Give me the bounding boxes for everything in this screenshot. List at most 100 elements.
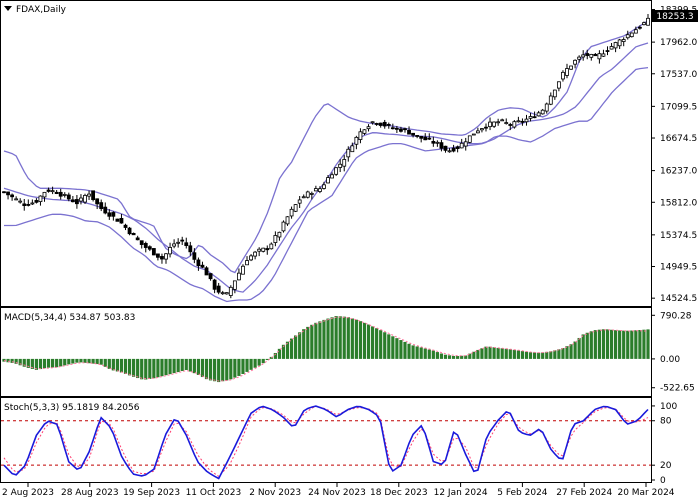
macd-bar <box>289 338 294 359</box>
collapse-triangle-icon[interactable] <box>4 6 12 11</box>
candle <box>374 122 379 126</box>
candle <box>257 247 262 257</box>
macd-bar <box>634 330 638 359</box>
time-tick-label: 28 Aug 2023 <box>61 488 119 498</box>
candle <box>119 213 124 224</box>
macd-bar <box>176 358 180 373</box>
macd-bar <box>427 349 431 359</box>
macd-bar <box>358 321 363 359</box>
time-tick-label: 18 Dec 2023 <box>370 488 428 498</box>
candle <box>313 185 318 192</box>
candle <box>200 261 205 269</box>
macd-bar <box>119 358 124 373</box>
candle <box>585 49 590 60</box>
macd-bar <box>168 358 172 375</box>
macd-bar <box>342 316 346 359</box>
price-tag-label: 18253.3 <box>656 12 693 22</box>
macd-bar <box>334 316 338 359</box>
candle <box>293 204 298 213</box>
macd-bar <box>164 358 168 376</box>
candle <box>447 148 452 153</box>
bb-upper-line <box>3 20 649 274</box>
candle <box>593 52 598 57</box>
stoch-tick-label: 100 <box>660 402 677 412</box>
candle <box>208 273 213 281</box>
bollinger-bands <box>3 20 649 303</box>
candle <box>548 92 553 106</box>
candle <box>79 194 83 205</box>
candle <box>30 199 35 205</box>
candle <box>265 245 270 255</box>
chart-window: 18399.517962.017537.017099.516674.516237… <box>0 0 700 500</box>
macd-bar <box>379 330 383 359</box>
macd-bar <box>557 349 561 359</box>
candle <box>224 292 229 295</box>
candle <box>123 223 128 231</box>
macd-bar <box>140 358 144 380</box>
candle <box>581 50 586 61</box>
macd-bar <box>411 345 415 359</box>
candle <box>500 118 505 122</box>
macd-bar <box>127 358 132 376</box>
candle <box>561 70 565 82</box>
macd-bar <box>399 340 403 359</box>
candle <box>261 247 266 253</box>
macd-bar <box>642 329 646 359</box>
macd-title: MACD(5,34,4) 534.87 503.83 <box>4 313 135 323</box>
macd-bar <box>508 349 512 359</box>
time-axis: 2 Aug 2023 28 Aug 2023 19 Sep 2023 11 Oct 2… <box>2 483 675 498</box>
macd-bar <box>609 329 614 359</box>
macd-bar <box>573 341 577 359</box>
macd-bar <box>75 358 79 363</box>
macd-bar <box>55 358 59 368</box>
macd-bar <box>241 358 245 374</box>
macd-bar <box>318 321 322 359</box>
candle <box>386 122 391 129</box>
macd-bar <box>419 347 423 359</box>
candle <box>589 53 594 61</box>
macd-bar <box>496 347 500 359</box>
price-tick-label: 16237.0 <box>660 167 697 177</box>
candle <box>249 254 253 262</box>
candle <box>411 132 415 138</box>
macd-bar <box>431 350 435 359</box>
macd-signal-path <box>3 316 649 382</box>
macd-bar <box>447 355 452 359</box>
macd-bar <box>338 316 342 359</box>
candle <box>277 231 282 241</box>
macd-bar <box>38 358 43 370</box>
candle <box>14 196 19 201</box>
macd-bar <box>326 318 330 359</box>
candle <box>540 108 545 115</box>
candle <box>496 118 501 126</box>
macd-bar <box>622 330 626 359</box>
macd-bar <box>156 358 160 378</box>
macd-bar <box>439 353 444 359</box>
macd-bar <box>480 348 484 359</box>
macd-bar <box>132 358 136 377</box>
macd-histogram <box>2 316 650 383</box>
candle <box>552 89 557 100</box>
macd-bar <box>601 329 606 359</box>
stoch-tick-label: 0 <box>660 476 666 486</box>
stoch-panel: 100 80 20 0 Stoch(5,3,3) 95.1819 84.2056 <box>0 397 677 486</box>
candle <box>488 117 492 131</box>
candle <box>565 63 569 79</box>
price-panel: 18399.517962.017537.017099.516674.516237… <box>0 0 698 307</box>
macd-bar <box>484 346 488 359</box>
macd-bar <box>581 334 585 359</box>
candle <box>26 199 31 207</box>
macd-bar <box>63 358 67 366</box>
macd-bar <box>638 330 642 359</box>
macd-bar <box>99 358 103 365</box>
macd-bar <box>196 358 201 375</box>
stoch-axis: 100 80 20 0 <box>651 402 677 486</box>
candle <box>111 211 116 221</box>
macd-bar <box>204 358 209 380</box>
candle <box>528 112 533 122</box>
macd-bar <box>322 319 326 359</box>
macd-bar <box>237 358 241 376</box>
candle <box>415 135 420 139</box>
stoch-tick-label: 20 <box>660 461 672 471</box>
candle <box>131 232 136 236</box>
